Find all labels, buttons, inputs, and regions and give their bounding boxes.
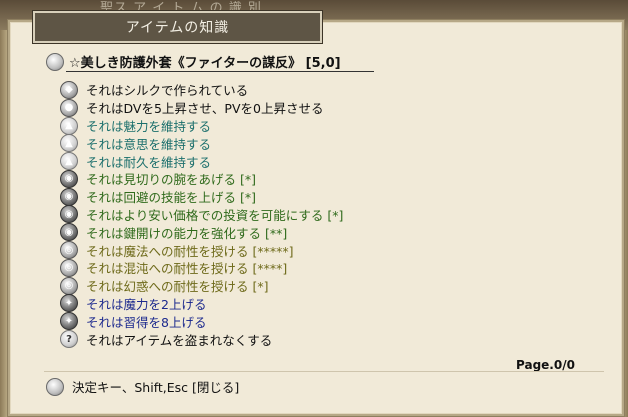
property-text: それはDVを5上昇させ、PVを0上昇させる xyxy=(86,101,324,117)
property-list: ◆ それはシルクで作られている ● それはDVを5上昇させ、PVを0上昇させる ▲ そ… xyxy=(60,80,344,349)
property-row: ◎ それは混沌への耐性を授ける [****] xyxy=(60,258,343,277)
property-row: ✦ それは習得を8上げる xyxy=(60,312,343,331)
dark-skill-icon: ◉ xyxy=(60,205,78,224)
page-indicator: Page.0/0 xyxy=(516,358,575,372)
light-body-icon: ▲ xyxy=(60,116,78,135)
light-body-icon: ▲ xyxy=(60,152,78,171)
property-text: それは鍵開けの能力を強化する [**] xyxy=(86,225,288,241)
property-row: ● それはDVを5上昇させ、PVを0上昇させる xyxy=(60,98,343,117)
property-row: ◎ それは幻惑への耐性を授ける [*] xyxy=(60,276,343,295)
window-title-bar: アイテムの知識 xyxy=(33,11,322,43)
property-text: それは混沌への耐性を授ける [****] xyxy=(86,261,288,277)
property-text: それは回避の技能を上げる [*] xyxy=(86,190,256,206)
property-text: それは習得を8上げる xyxy=(86,314,207,330)
dark-skill-icon: ◉ xyxy=(60,187,78,206)
property-row: ? それはアイテムを盗まれなくする xyxy=(60,330,343,349)
property-text: それは意思を維持する xyxy=(86,136,212,152)
dark-special-icon: ? xyxy=(60,330,78,349)
property-text: それは耐久を維持する xyxy=(86,154,212,170)
property-row: ▲ それは魅力を維持する xyxy=(60,116,343,135)
property-row: ◉ それはより安い価格での投資を可能にする [*] xyxy=(60,205,344,224)
property-text: それはより安い価格での投資を可能にする [*] xyxy=(86,207,344,223)
item-header: ☆美しき防護外套《ファイターの謀反》 [5,0] xyxy=(46,52,341,71)
gray-resist-icon: ◎ xyxy=(60,258,78,277)
property-text: それは魔力を2上げる xyxy=(86,296,207,312)
dark-skill-icon: ◉ xyxy=(60,169,78,188)
header-underline xyxy=(66,71,374,72)
hint-icon xyxy=(46,377,64,396)
item-icon xyxy=(46,52,64,71)
gray-resist-icon: ◎ xyxy=(60,276,78,295)
property-row: ◉ それは鍵開けの能力を強化する [**] xyxy=(60,223,343,242)
dark-attribute-icon: ✦ xyxy=(60,294,78,313)
dark-attribute-icon: ✦ xyxy=(60,312,78,331)
property-row: ◎ それは魔法への耐性を授ける [*****] xyxy=(60,241,343,260)
gray-diamond-icon: ◆ xyxy=(60,80,78,99)
window-title: アイテムの知識 xyxy=(125,20,230,36)
item-name: ☆美しき防護外套《ファイターの謀反》 [5,0] xyxy=(69,56,341,71)
property-row: ▲ それは耐久を維持する xyxy=(60,152,343,171)
gray-resist-icon: ◎ xyxy=(60,241,78,260)
property-row: ◆ それはシルクで作られている xyxy=(60,80,343,99)
footer-hint: 決定キー、Shift,Esc [閉じる] xyxy=(46,377,239,396)
property-text: それは幻惑への耐性を授ける [*] xyxy=(86,279,269,295)
property-row: ◉ それは回避の技能を上げる [*] xyxy=(60,187,343,206)
property-text: それはシルクで作られている xyxy=(86,83,249,99)
property-row: ▲ それは意思を維持する xyxy=(60,134,343,153)
property-row: ✦ それは魔力を2上げる xyxy=(60,294,343,313)
footer-divider xyxy=(44,371,604,372)
light-body-icon: ▲ xyxy=(60,134,78,153)
property-text: それは魔法への耐性を授ける [*****] xyxy=(86,243,294,259)
dark-skill-icon: ◉ xyxy=(60,223,78,242)
property-text: それはアイテムを盗まれなくする xyxy=(86,332,273,348)
gray-shield-icon: ● xyxy=(60,98,78,117)
property-text: それは見切りの腕をあげる [*] xyxy=(86,172,256,188)
property-row: ◉ それは見切りの腕をあげる [*] xyxy=(60,169,343,188)
property-text: それは魅力を維持する xyxy=(86,119,212,134)
footer-hint-text[interactable]: 決定キー、Shift,Esc [閉じる] xyxy=(72,377,239,396)
